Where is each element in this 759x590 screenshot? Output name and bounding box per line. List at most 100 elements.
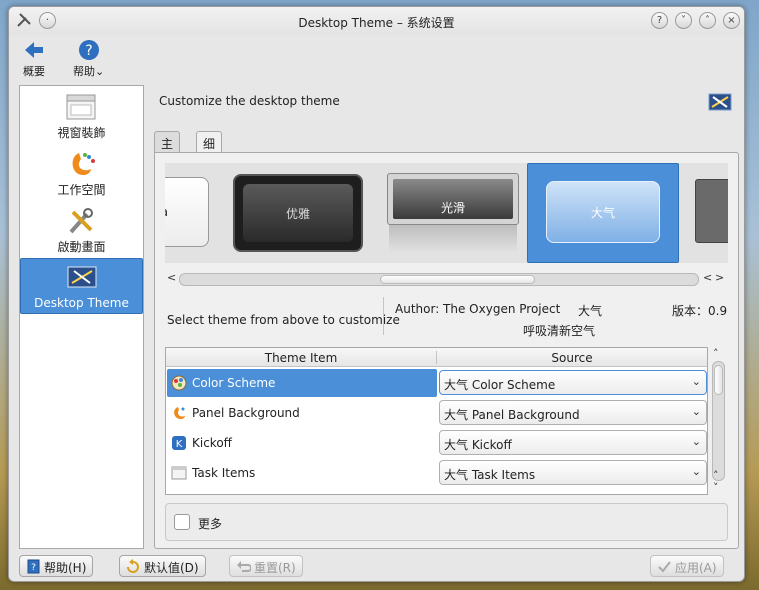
tab-details[interactable]: 细节: [196, 131, 223, 168]
theme-thumb[interactable]: [691, 163, 728, 263]
help-menu-button[interactable]: ? 帮助⌄: [73, 39, 104, 79]
scroll-up-icon[interactable]: ˄: [713, 347, 719, 360]
tab-theme[interactable]: 主题: [154, 131, 181, 168]
table-row[interactable]: K Kickoff 大气 Kickoff ⌄: [166, 428, 707, 458]
theme-preview: 优雅: [233, 174, 363, 252]
sidebar-item-desktop-theme[interactable]: Desktop Theme: [20, 258, 143, 314]
theme-thumb[interactable]: a: [165, 163, 213, 263]
help-question-icon[interactable]: ?: [651, 12, 668, 29]
chevron-down-icon: ⌄: [95, 65, 105, 78]
chevron-down-icon: ⌄: [691, 465, 701, 478]
defaults-button[interactable]: 默认值(D): [119, 555, 206, 577]
sidebar-item-workspace[interactable]: 工作空間: [20, 145, 143, 201]
theme-item-label: Kickoff: [192, 436, 232, 450]
theme-description: 呼吸清新空气: [523, 324, 596, 338]
help-button[interactable]: ? 帮助(H): [19, 555, 94, 577]
scroll-down-icon[interactable]: ˅: [713, 481, 719, 494]
minimize-icon[interactable]: ˅: [675, 12, 692, 29]
theme-name: 大气: [590, 205, 615, 220]
theme-items-table: Theme Item Source Color Scheme 大气 Color …: [165, 347, 708, 495]
reset-button-label: 重置(R): [254, 561, 296, 575]
reset-button[interactable]: 重置(R): [229, 555, 303, 577]
page-header: Customize the desktop theme: [159, 94, 340, 108]
table-row[interactable]: Panel Background 大气 Panel Background ⌄: [166, 398, 707, 428]
panel-background-icon: [174, 407, 185, 419]
scroll-thumb[interactable]: [380, 275, 535, 284]
sidebar-item-window-decorations[interactable]: 視窗裝飾: [20, 88, 143, 144]
sidebar-item-splash-screen[interactable]: 啟動畫面: [20, 202, 143, 258]
scroll-track[interactable]: [712, 361, 725, 481]
theme-item-cell[interactable]: Task Items: [167, 459, 437, 487]
theme-name: a: [165, 205, 168, 219]
task-items-icon: [171, 466, 187, 480]
main-content: Customize the desktop theme 主题 细节 a: [154, 85, 739, 549]
theme-thumb-selected[interactable]: 大气: [527, 163, 679, 263]
theme-item-cell[interactable]: Color Scheme: [167, 369, 437, 397]
workspace-icon: [72, 153, 95, 175]
more-options-box: 更多: [165, 503, 728, 541]
kickoff-icon: K: [172, 436, 186, 450]
scroll-left-icon[interactable]: <: [703, 271, 712, 284]
source-select[interactable]: 大气 Panel Background ⌄: [439, 400, 707, 425]
theme-preview-strip: a 优雅 光滑: [165, 163, 728, 263]
color-scheme-icon: [171, 375, 187, 391]
theme-version: 版本：0.9: [672, 304, 728, 318]
chevron-down-icon: ⌄: [691, 375, 701, 388]
desktop-theme-icon: [67, 266, 97, 288]
restore-defaults-icon: [127, 559, 139, 573]
divider: [383, 297, 384, 335]
scroll-track[interactable]: [179, 273, 699, 286]
chevron-down-icon: ⌄: [691, 435, 701, 448]
back-button[interactable]: 概要: [23, 39, 45, 79]
theme-item-cell[interactable]: K Kickoff: [167, 429, 437, 457]
maximize-icon[interactable]: ˄: [699, 12, 716, 29]
back-label: 概要: [23, 65, 45, 78]
more-checkbox[interactable]: [174, 514, 190, 530]
theme-preview: 大气: [546, 181, 660, 243]
sidebar-item-label: 視窗裝飾: [57, 126, 106, 140]
theme-item-label: Task Items: [192, 466, 256, 480]
theme-thumb[interactable]: 光滑: [377, 163, 519, 263]
scroll-left-icon[interactable]: <: [167, 271, 176, 284]
table-header: Theme Item Source: [166, 348, 707, 367]
close-icon[interactable]: ×: [723, 12, 740, 29]
theme-title: 大气: [578, 304, 603, 318]
title-bar: · Desktop Theme – 系统设置 ? ˅ ˄ ×: [9, 7, 744, 35]
sidebar-item-label: Desktop Theme: [34, 296, 129, 310]
source-select[interactable]: 大气 Kickoff ⌄: [439, 430, 707, 455]
theme-item-label: Color Scheme: [192, 376, 276, 390]
help-book-icon: ?: [27, 559, 40, 574]
source-value: 大气 Color Scheme: [444, 378, 556, 392]
sidebar-item-label: 啟動畫面: [57, 240, 106, 254]
source-select[interactable]: 大气 Task Items ⌄: [439, 460, 707, 485]
sidebar-item-label: 工作空間: [57, 183, 106, 197]
source-value: 大气 Panel Background: [444, 408, 580, 422]
module-sidebar: 視窗裝飾 工作空間 啟動畫面 Desktop Theme: [19, 85, 144, 549]
theme-author: Author: The Oxygen Project: [395, 302, 561, 316]
vertical-scrollbar[interactable]: ˄ ˄ ˅: [710, 347, 726, 495]
source-select[interactable]: 大气 Color Scheme ⌄: [439, 370, 707, 395]
select-theme-hint: Select theme from above to customize: [167, 313, 400, 327]
apply-button[interactable]: 应用(A): [650, 555, 724, 577]
scroll-thumb[interactable]: [714, 365, 723, 395]
more-label: 更多: [198, 517, 223, 531]
source-value: 大气 Task Items: [444, 468, 536, 482]
back-arrow-icon: [25, 42, 43, 58]
theme-item-label: Panel Background: [192, 406, 300, 420]
toolbar: 概要 ? 帮助⌄: [9, 35, 744, 85]
help-button-label: 帮助(H): [44, 561, 87, 575]
table-row[interactable]: Color Scheme 大气 Color Scheme ⌄: [166, 368, 707, 398]
theme-thumb[interactable]: 优雅: [227, 163, 367, 263]
theme-preview: a: [165, 177, 209, 247]
table-row[interactable]: Task Items 大气 Task Items ⌄: [166, 458, 707, 488]
column-header-source[interactable]: Source: [437, 351, 707, 365]
horizontal-scrollbar[interactable]: < < >: [165, 271, 728, 287]
apply-button-label: 应用(A): [675, 561, 717, 575]
scroll-right-icon[interactable]: >: [715, 271, 724, 284]
theme-name: 优雅: [285, 206, 310, 221]
column-header-theme-item[interactable]: Theme Item: [166, 351, 436, 365]
window-title: Desktop Theme – 系统设置: [298, 16, 455, 30]
theme-item-cell[interactable]: Panel Background: [167, 399, 437, 427]
details-panel: a 优雅 光滑: [154, 152, 739, 549]
help-label: 帮助: [73, 65, 95, 78]
